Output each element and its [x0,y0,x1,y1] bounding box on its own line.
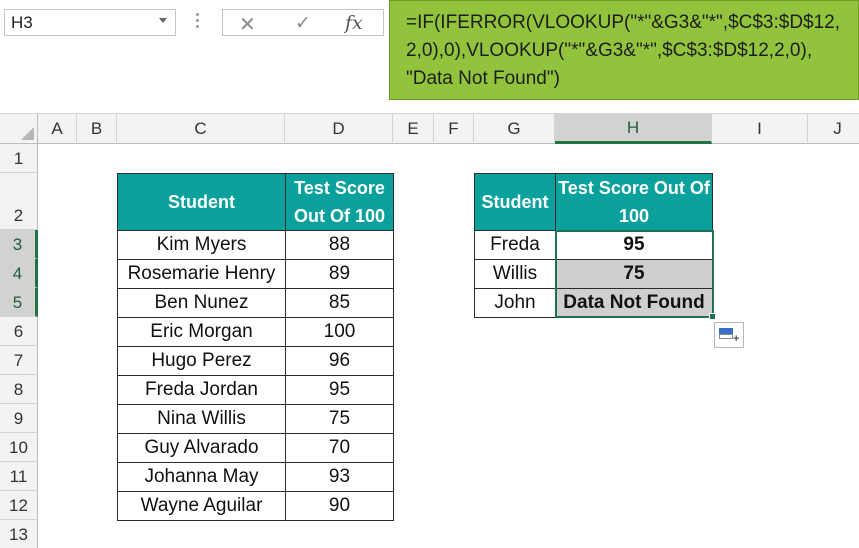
row-header-10[interactable]: 10 [0,433,38,462]
row-header-2[interactable]: 2 [0,173,38,230]
row-header-1[interactable]: 1 [0,144,38,173]
table1-cell[interactable]: 88 [285,230,394,260]
table1-cell[interactable]: 75 [285,404,394,434]
column-header-g[interactable]: G [474,114,555,144]
table1-cell[interactable]: 85 [285,288,394,318]
column-header-a[interactable]: A [38,114,77,144]
table1-cell[interactable]: Kim Myers [117,230,286,260]
name-box-value: H3 [11,13,33,32]
table2-cell[interactable]: 95 [555,230,713,260]
table1-cell[interactable]: 70 [285,433,394,463]
table1-header-cell[interactable]: Test Score Out Of 100 [285,173,394,231]
quick-analysis-icon[interactable]: + [714,322,744,348]
formula-bar-area: H3 ✕ ✓ fx =IF(IFERROR(VLOOKUP("*"&G3&"*"… [0,0,859,114]
formula-controls: ✕ ✓ fx [222,9,384,36]
table2-cell[interactable]: John [474,288,556,318]
enter-icon[interactable]: ✓ [295,12,311,35]
chevron-down-icon[interactable] [159,18,167,23]
row-header-5[interactable]: 5 [0,288,38,317]
table1-cell[interactable]: Wayne Aguilar [117,491,286,521]
table1-cell[interactable]: Guy Alvarado [117,433,286,463]
table2-cell[interactable]: 75 [555,259,713,289]
table1-cell[interactable]: Hugo Perez [117,346,286,376]
formula-input[interactable]: =IF(IFERROR(VLOOKUP("*"&G3&"*",$C$3:$D$1… [389,0,859,100]
table1-header-cell[interactable]: Student [117,173,286,231]
table1-cell[interactable]: 93 [285,462,394,492]
table1-cell[interactable]: Ben Nunez [117,288,286,318]
table1-cell[interactable]: Eric Morgan [117,317,286,347]
row-header-13[interactable]: 13 [0,520,38,548]
name-box[interactable]: H3 [4,9,176,36]
select-all-icon [21,127,34,140]
row-header-11[interactable]: 11 [0,462,38,491]
table1-cell[interactable]: Freda Jordan [117,375,286,405]
table2-cell[interactable]: Willis [474,259,556,289]
column-header-c[interactable]: C [117,114,285,144]
plus-icon: + [733,333,740,345]
table1-cell[interactable]: Johanna May [117,462,286,492]
column-header-h[interactable]: H [555,114,712,144]
table1-cell[interactable]: Rosemarie Henry [117,259,286,289]
row-header-3[interactable]: 3 [0,230,38,259]
row-header-9[interactable]: 9 [0,404,38,433]
quick-analysis-glyph [719,334,733,339]
table1-cell[interactable]: 89 [285,259,394,289]
row-header-6[interactable]: 6 [0,317,38,346]
row-header-8[interactable]: 8 [0,375,38,404]
table2-header-cell[interactable]: Test Score Out Of 100 [555,173,713,231]
fill-handle[interactable] [709,313,716,320]
column-header-j[interactable]: J [808,114,859,144]
column-header-b[interactable]: B [77,114,117,144]
table2-cell[interactable]: Freda [474,230,556,260]
cancel-icon[interactable]: ✕ [239,12,256,37]
table2-cell[interactable]: Data Not Found [555,288,713,318]
table1-cell[interactable]: 95 [285,375,394,405]
table1-cell[interactable]: 100 [285,317,394,347]
table2-header-cell[interactable]: Student [474,173,556,231]
row-header-12[interactable]: 12 [0,491,38,520]
column-header-d[interactable]: D [285,114,393,144]
select-all-corner[interactable] [0,114,38,144]
table1-cell[interactable]: 90 [285,491,394,521]
column-header-e[interactable]: E [393,114,434,144]
table1-cell[interactable]: Nina Willis [117,404,286,434]
worksheet-grid[interactable]: A B C D E F G H I J 1 2 3 4 5 6 7 8 9 10 11 12 13 Student Test S… [0,114,859,548]
row-header-4[interactable]: 4 [0,259,38,288]
column-header-f[interactable]: F [434,114,474,144]
more-options-icon [196,13,199,33]
row-header-7[interactable]: 7 [0,346,38,375]
column-header-i[interactable]: I [712,114,808,144]
table1-cell[interactable]: 96 [285,346,394,376]
insert-function-icon[interactable]: fx [345,12,363,34]
